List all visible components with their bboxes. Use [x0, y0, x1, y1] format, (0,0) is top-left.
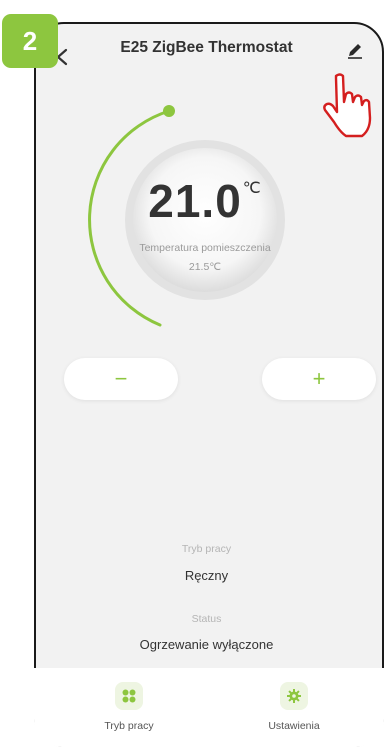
- gear-icon: [280, 682, 308, 710]
- mode-value: Ręczny: [184, 568, 229, 583]
- decrease-temperature-button[interactable]: −: [64, 358, 178, 400]
- setpoint-temperature: 21.0℃: [127, 174, 283, 228]
- page-title: E25 ZigBee Thermostat: [120, 39, 293, 56]
- mode-label: Tryb pracy: [181, 543, 232, 555]
- room-temperature-label: Temperatura pomieszczenia: [139, 242, 271, 254]
- nav-label-mode: Tryb pracy: [104, 720, 154, 732]
- nav-item-mode[interactable]: Tryb pracy: [74, 682, 184, 732]
- setpoint-value: 21.0: [148, 175, 242, 227]
- minus-icon: −: [114, 366, 128, 391]
- nav-label-settings: Ustawienia: [268, 720, 320, 732]
- step-number-badge: 2: [2, 14, 58, 68]
- pointing-hand-icon: [323, 73, 372, 138]
- nav-item-settings[interactable]: Ustawienia: [239, 682, 349, 732]
- status-value: Ogrzewanie wyłączone: [139, 637, 274, 652]
- dial-handle: [163, 105, 175, 117]
- room-temperature-value: 21.5℃: [188, 261, 222, 273]
- setpoint-unit: ℃: [242, 180, 262, 197]
- increase-temperature-button[interactable]: +: [262, 358, 376, 400]
- grid-icon: [115, 682, 143, 710]
- status-label: Status: [191, 613, 222, 625]
- pencil-icon[interactable]: [346, 41, 364, 59]
- screenshot-stage: 2 E25 ZigBee Thermostat 21.0℃ Temperatur…: [0, 0, 385, 754]
- bottom-navigation: Tryb pracy Ustawienia: [34, 668, 384, 747]
- dial-readout: 21.0℃ Temperatura pomieszczenia 21.5℃: [127, 132, 283, 288]
- plus-icon: +: [312, 366, 326, 391]
